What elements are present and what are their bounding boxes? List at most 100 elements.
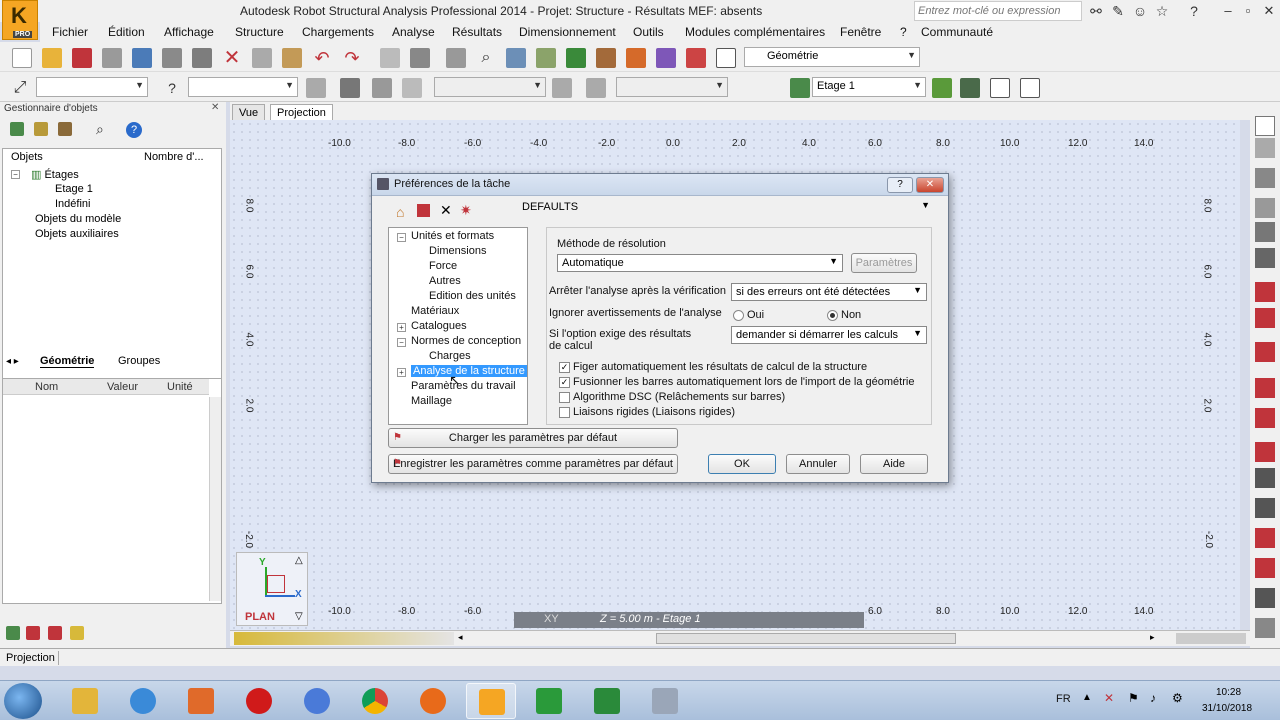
radio-oui[interactable]	[733, 310, 744, 321]
expand-icon[interactable]: +	[397, 323, 406, 332]
release-icon[interactable]	[586, 78, 606, 98]
tree-dimensions[interactable]: Dimensions	[429, 245, 486, 257]
model-icon[interactable]	[536, 48, 556, 68]
view-tools-right[interactable]	[1176, 633, 1246, 644]
tab-groupes[interactable]: Groupes	[118, 355, 160, 367]
mode-combo[interactable]: ▼	[616, 77, 728, 97]
tree-materiaux[interactable]: Matériaux	[411, 305, 459, 317]
storey-help-icon[interactable]	[960, 78, 980, 98]
tree-item-aux-objects[interactable]: Objets auxiliaires	[35, 228, 119, 240]
axis-gizmo[interactable]: Y X PLAN △ ▽	[236, 552, 308, 626]
book-icon[interactable]	[132, 48, 152, 68]
hourglass-icon[interactable]	[58, 122, 72, 136]
search-input[interactable]: Entrez mot-clé ou expression	[914, 1, 1082, 21]
table-view-icon[interactable]	[1020, 78, 1040, 98]
help-button[interactable]: Aide	[860, 454, 928, 474]
redo-icon[interactable]: ↷	[342, 48, 362, 68]
close-button[interactable]: ✕	[1258, 0, 1280, 22]
copy-icon[interactable]	[252, 48, 272, 68]
tree-maillage[interactable]: Maillage	[411, 395, 452, 407]
maximize-button[interactable]: ▫	[1238, 0, 1258, 22]
pick-icon[interactable]	[306, 78, 326, 98]
home-icon[interactable]	[340, 78, 360, 98]
wall-tool-icon[interactable]	[1255, 222, 1275, 242]
robot-logo[interactable]: K PRO	[2, 0, 38, 40]
print-icon[interactable]	[102, 48, 122, 68]
tree-analyse-structure[interactable]: Analyse de la structure	[411, 365, 527, 377]
wrench-icon[interactable]	[686, 48, 706, 68]
level-combo[interactable]: Etage 1 ▼	[812, 77, 926, 97]
table-icon[interactable]	[380, 48, 400, 68]
view-combo[interactable]: Géométrie ▼	[744, 47, 920, 67]
scrollbar[interactable]	[209, 397, 221, 601]
people-icon[interactable]: ☺	[1132, 3, 1148, 19]
star-icon[interactable]: ☆	[1154, 3, 1170, 19]
flag-icon[interactable]: ⚑	[1128, 691, 1139, 705]
save-icon[interactable]	[72, 48, 92, 68]
bottom-tool-icon[interactable]	[48, 626, 62, 640]
save-icon[interactable]	[417, 204, 430, 217]
dialog-title-bar[interactable]: Préférences de la tâche ? ✕	[372, 174, 948, 196]
menu-dimensionnement[interactable]: Dimensionnement	[519, 25, 616, 39]
taskbar-opera[interactable]	[234, 683, 284, 719]
view-tools-icons[interactable]	[234, 632, 454, 645]
bottom-tool-icon[interactable]	[6, 626, 20, 640]
checkbox-fusionner[interactable]: ✓	[559, 377, 570, 388]
zoom-icon[interactable]: ⌕	[476, 48, 496, 68]
tree-charges[interactable]: Charges	[429, 350, 471, 362]
checkbox-dsc[interactable]	[559, 392, 570, 403]
tree-units-formats[interactable]: Unités et formats	[411, 230, 494, 242]
mesh-tool-icon[interactable]	[1255, 498, 1275, 518]
case-combo[interactable]: ▼	[434, 77, 546, 97]
slab-tool-icon[interactable]	[1255, 248, 1275, 268]
view-down-icon[interactable]: ▽	[295, 611, 303, 622]
screenshot-icon[interactable]	[192, 48, 212, 68]
tray-icon[interactable]: ⚙	[1172, 691, 1183, 705]
help-cursor-icon[interactable]: ?	[162, 78, 182, 98]
tree-item-model-objects[interactable]: Objets du modèle	[35, 213, 121, 225]
cube-icon[interactable]	[656, 48, 676, 68]
expand-icon[interactable]: +	[397, 368, 406, 377]
close-icon[interactable]: ✕	[211, 102, 219, 113]
tree-item-indefini[interactable]: Indéfini	[55, 198, 90, 210]
cancel-button[interactable]: Annuler	[786, 454, 850, 474]
release-tool-icon[interactable]	[1255, 342, 1275, 362]
section-tool-icon[interactable]	[1255, 282, 1275, 302]
method-select[interactable]: Automatique ▼	[557, 254, 843, 272]
tool-icon[interactable]	[1255, 618, 1275, 638]
tools-icon[interactable]: ✎	[1110, 3, 1126, 19]
menu-edition[interactable]: Édition	[108, 25, 145, 39]
cursor-help-icon[interactable]: ⤢	[10, 78, 30, 98]
tree-item-etage-1[interactable]: Etage 1	[55, 183, 93, 195]
taskbar-explorer[interactable]	[60, 683, 110, 719]
calculator-icon[interactable]	[410, 48, 430, 68]
clock-time[interactable]: 10:28	[1216, 687, 1241, 698]
taskbar-ie[interactable]	[118, 683, 168, 719]
grid-icon[interactable]	[990, 78, 1010, 98]
language-indicator[interactable]: FR	[1056, 693, 1071, 705]
load-tool-icon[interactable]	[1255, 408, 1275, 428]
collapse-icon[interactable]: −	[397, 233, 406, 242]
tree-force[interactable]: Force	[429, 260, 457, 272]
clock-date[interactable]: 31/10/2018	[1202, 703, 1252, 714]
i-beam-icon[interactable]	[1255, 308, 1275, 328]
taskbar-robot[interactable]	[466, 683, 516, 719]
taskbar-media[interactable]	[176, 683, 226, 719]
open-folder-icon[interactable]	[42, 48, 62, 68]
menu-communaute[interactable]: Communauté	[921, 25, 993, 39]
bar-icon[interactable]	[402, 78, 422, 98]
new-preset-icon[interactable]: ✷	[460, 202, 472, 219]
structure-icon[interactable]	[10, 122, 24, 136]
storey-icon[interactable]	[790, 78, 810, 98]
tree-parametres-travail[interactable]: Paramètres du travail	[411, 380, 516, 392]
offset-tool-icon[interactable]	[1255, 378, 1275, 398]
load-defaults-button[interactable]: ⚑ Charger les paramètres par défaut	[388, 428, 678, 448]
dialog-help-button[interactable]: ?	[887, 177, 913, 193]
radio-non[interactable]	[827, 310, 838, 321]
node-icon[interactable]	[372, 78, 392, 98]
paste-icon[interactable]	[282, 48, 302, 68]
menu-fenetre[interactable]: Fenêtre	[840, 25, 881, 39]
collapse-icon[interactable]: −	[397, 338, 406, 347]
beam-tool-icon[interactable]	[1255, 198, 1275, 218]
menu-structure[interactable]: Structure	[235, 25, 284, 39]
